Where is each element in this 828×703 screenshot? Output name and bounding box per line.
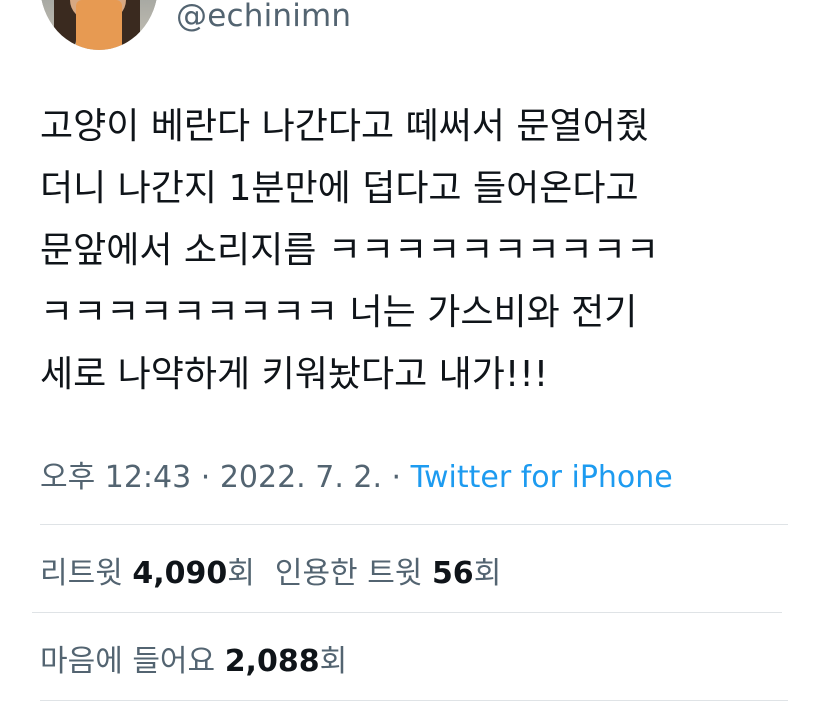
user-handle[interactable]: @echinimn	[176, 0, 351, 34]
avatar-dress	[76, 0, 122, 50]
quotes-count: 56	[431, 556, 474, 591]
quotes-stat[interactable]: 인용한 트윗 56회	[275, 556, 501, 591]
tweet-source-link[interactable]: Twitter for iPhone	[411, 460, 673, 495]
tweet-line: 세로 나약하게 키워놨다고 내가!!!	[40, 354, 549, 395]
meta-separator: ·	[191, 460, 220, 495]
likes-count: 2,088	[224, 644, 320, 679]
likes-stat[interactable]: 마음에 들어요 2,088회	[40, 644, 347, 679]
retweets-unit: 회	[227, 556, 255, 591]
retweets-count: 4,090	[132, 556, 228, 591]
tweet-line: ㅋㅋㅋㅋㅋㅋㅋㅋㅋ 너는 가스비와 전기	[40, 292, 638, 333]
tweet-time[interactable]: 오후 12:43	[40, 460, 191, 495]
divider	[32, 612, 782, 613]
quotes-label: 인용한 트윗	[274, 556, 432, 591]
likes-stats-row: 마음에 들어요 2,088회	[40, 636, 347, 680]
tweet-line: 문앞에서 소리지름 ㅋㅋㅋㅋㅋㅋㅋㅋㅋㅋ	[40, 230, 660, 271]
divider	[40, 700, 788, 701]
retweets-label: 리트윗	[40, 556, 133, 591]
divider	[40, 524, 788, 525]
retweets-stat[interactable]: 리트윗 4,090회	[40, 556, 255, 591]
retweet-stats-row: 리트윗 4,090회 인용한 트윗 56회	[40, 548, 501, 592]
meta-separator: ·	[382, 460, 411, 495]
tweet-line: 더니 나간지 1분만에 덥다고 들어온다고	[40, 168, 639, 209]
tweet-date[interactable]: 2022. 7. 2.	[220, 460, 382, 495]
tweet-text: 고양이 베란다 나간다고 떼써서 문열어줬 더니 나간지 1분만에 덥다고 들어…	[40, 96, 780, 406]
quotes-unit: 회	[473, 556, 502, 591]
tweet-line: 고양이 베란다 나간다고 떼써서 문열어줬	[40, 106, 649, 147]
tweet-meta: 오후 12:43 · 2022. 7. 2. · Twitter for iPh…	[40, 452, 673, 496]
likes-label: 마음에 들어요	[40, 644, 225, 679]
avatar[interactable]	[40, 0, 158, 50]
likes-unit: 회	[319, 644, 348, 679]
